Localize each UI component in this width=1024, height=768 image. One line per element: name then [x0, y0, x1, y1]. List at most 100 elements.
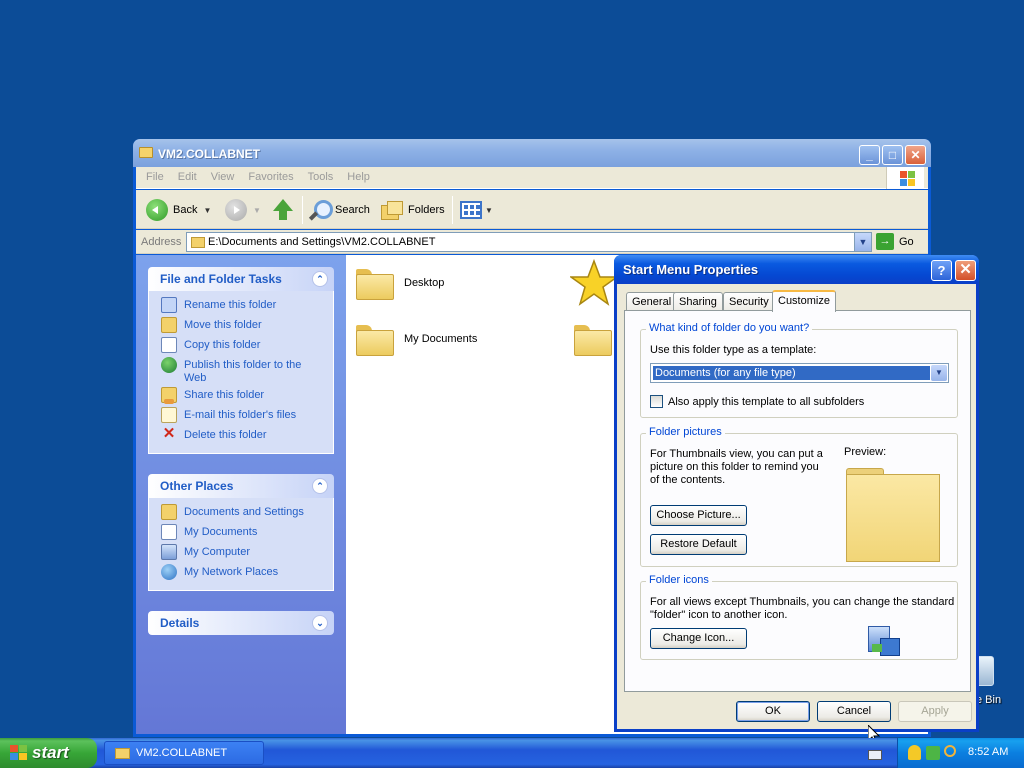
menu-file[interactable]: File	[139, 167, 171, 187]
security-shield-icon[interactable]	[908, 745, 921, 760]
forward-arrow-icon	[225, 199, 247, 221]
search-tray-icon[interactable]	[944, 745, 956, 757]
up-folder-icon	[273, 199, 293, 221]
folder-item-my-documents[interactable]: My Documents	[356, 323, 477, 356]
folder-preview-image	[846, 468, 940, 562]
network-tray-icon[interactable]	[926, 746, 940, 760]
go-label: Go	[899, 235, 914, 248]
task-label: Rename this folder	[184, 299, 277, 311]
other-places-header[interactable]: Other Places ⌃	[148, 474, 334, 498]
search-button[interactable]: Search	[308, 198, 370, 222]
menu-view[interactable]: View	[204, 167, 242, 187]
email-icon	[161, 407, 177, 423]
place-label: My Computer	[184, 546, 251, 558]
toolbar-separator	[452, 196, 453, 224]
task-pane: File and Folder Tasks ⌃ Rename this fold…	[136, 255, 346, 734]
task-label: Publish this folder to the Web	[184, 359, 302, 384]
place-my-documents[interactable]: My Documents	[161, 524, 333, 544]
task-label: Copy this folder	[184, 339, 261, 351]
dialog-close-button[interactable]: ✕	[955, 260, 976, 281]
forward-button[interactable]: ▼	[225, 198, 261, 222]
search-icon	[308, 199, 333, 221]
apply-subfolders-checkbox[interactable]	[650, 395, 663, 408]
clock[interactable]: 8:52 AM	[968, 746, 1008, 758]
details-panel: Details ⌄	[148, 611, 334, 635]
taskbar-item-explorer[interactable]: VM2.COLLABNET	[104, 741, 264, 765]
task-move-folder[interactable]: Move this folder	[161, 317, 333, 337]
template-label: Use this folder type as a template:	[650, 344, 817, 356]
task-copy-folder[interactable]: Copy this folder	[161, 337, 333, 357]
help-button[interactable]: ?	[931, 260, 952, 281]
task-rename-folder[interactable]: Rename this folder	[161, 297, 333, 317]
close-button[interactable]: ✕	[905, 145, 926, 165]
delete-icon: ✕	[162, 425, 176, 442]
folder-icons-description: For all views except Thumbnails, you can…	[650, 596, 955, 621]
views-button[interactable]: ▼	[460, 198, 493, 222]
explorer-titlebar[interactable]: VM2.COLLABNET _ □ ✕	[133, 139, 931, 167]
cancel-button[interactable]: Cancel	[817, 701, 891, 722]
chevron-down-icon[interactable]: ▼	[931, 365, 947, 381]
folder-pictures-title: Folder pictures	[646, 426, 725, 438]
folder-template-value: Documents (for any file type)	[652, 365, 931, 381]
choose-picture-button[interactable]: Choose Picture...	[650, 505, 747, 526]
standard-toolbar: Back ▼ ▼ Search Folders ▼	[136, 190, 928, 229]
folder-icons-group: Folder icons For all views except Thumbn…	[640, 574, 958, 660]
menu-help[interactable]: Help	[340, 167, 377, 187]
go-arrow-icon: →	[876, 233, 894, 250]
tab-general[interactable]: General	[626, 292, 678, 311]
place-my-computer[interactable]: My Computer	[161, 544, 333, 564]
menu-tools[interactable]: Tools	[301, 167, 341, 187]
other-places-list: Documents and Settings My Documents My C…	[148, 498, 334, 591]
place-network[interactable]: My Network Places	[161, 564, 333, 584]
copy-icon	[161, 337, 177, 353]
collapse-icon[interactable]: ⌃	[312, 271, 328, 287]
network-places-icon	[161, 564, 177, 580]
folder-icon	[139, 147, 153, 158]
task-publish-web[interactable]: Publish this folder to the Web	[161, 357, 333, 387]
tab-security[interactable]: Security	[723, 292, 775, 311]
task-share-folder[interactable]: Share this folder	[161, 387, 333, 407]
go-button[interactable]: → Go	[876, 233, 914, 250]
search-label: Search	[335, 204, 370, 216]
address-input[interactable]: E:\Documents and Settings\VM2.COLLABNET …	[186, 232, 872, 252]
folders-label: Folders	[408, 204, 445, 216]
back-button[interactable]: Back ▼	[146, 198, 211, 222]
folder-type-title: What kind of folder do you want?	[646, 322, 813, 334]
my-computer-icon	[161, 544, 177, 560]
task-delete-folder[interactable]: ✕ Delete this folder	[161, 425, 333, 447]
file-folder-tasks-panel: File and Folder Tasks ⌃ Rename this fold…	[148, 267, 334, 454]
apply-button[interactable]: Apply	[898, 701, 972, 722]
file-folder-tasks-header[interactable]: File and Folder Tasks ⌃	[148, 267, 334, 291]
folder-template-select[interactable]: Documents (for any file type) ▼	[650, 363, 949, 383]
up-button[interactable]	[273, 198, 293, 222]
task-email-files[interactable]: E-mail this folder's files	[161, 407, 333, 427]
expand-icon[interactable]: ⌄	[312, 615, 328, 631]
menu-favorites[interactable]: Favorites	[241, 167, 300, 187]
details-title: Details	[160, 616, 200, 630]
tab-customize[interactable]: Customize	[772, 290, 836, 312]
toolbar-separator	[302, 196, 303, 224]
back-label: Back	[173, 204, 198, 216]
place-documents-settings[interactable]: Documents and Settings	[161, 504, 333, 524]
details-header[interactable]: Details ⌄	[148, 611, 334, 635]
ok-button[interactable]: OK	[736, 701, 810, 722]
dialog-titlebar[interactable]: Start Menu Properties ? ✕	[614, 255, 979, 284]
place-label: Documents and Settings	[184, 506, 304, 518]
folder-pictures-group: Folder pictures For Thumbnails view, you…	[640, 426, 958, 567]
minimize-button[interactable]: _	[859, 145, 880, 165]
start-button[interactable]: start	[0, 738, 97, 768]
folders-button[interactable]: Folders	[381, 198, 445, 222]
collapse-icon[interactable]: ⌃	[312, 478, 328, 494]
folder-item-desktop[interactable]: Desktop	[356, 267, 444, 300]
maximize-button[interactable]: □	[882, 145, 903, 165]
restore-default-button[interactable]: Restore Default	[650, 534, 747, 555]
task-label: Move this folder	[184, 319, 262, 331]
favorites-star-icon[interactable]	[570, 259, 618, 307]
folders-icon	[381, 201, 403, 220]
views-icon	[460, 201, 482, 219]
tab-sharing[interactable]: Sharing	[673, 292, 723, 311]
change-icon-button[interactable]: Change Icon...	[650, 628, 747, 649]
address-dropdown-button[interactable]: ▼	[854, 233, 871, 251]
menu-edit[interactable]: Edit	[171, 167, 204, 187]
menu-bar: File Edit View Favorites Tools Help	[136, 167, 928, 189]
